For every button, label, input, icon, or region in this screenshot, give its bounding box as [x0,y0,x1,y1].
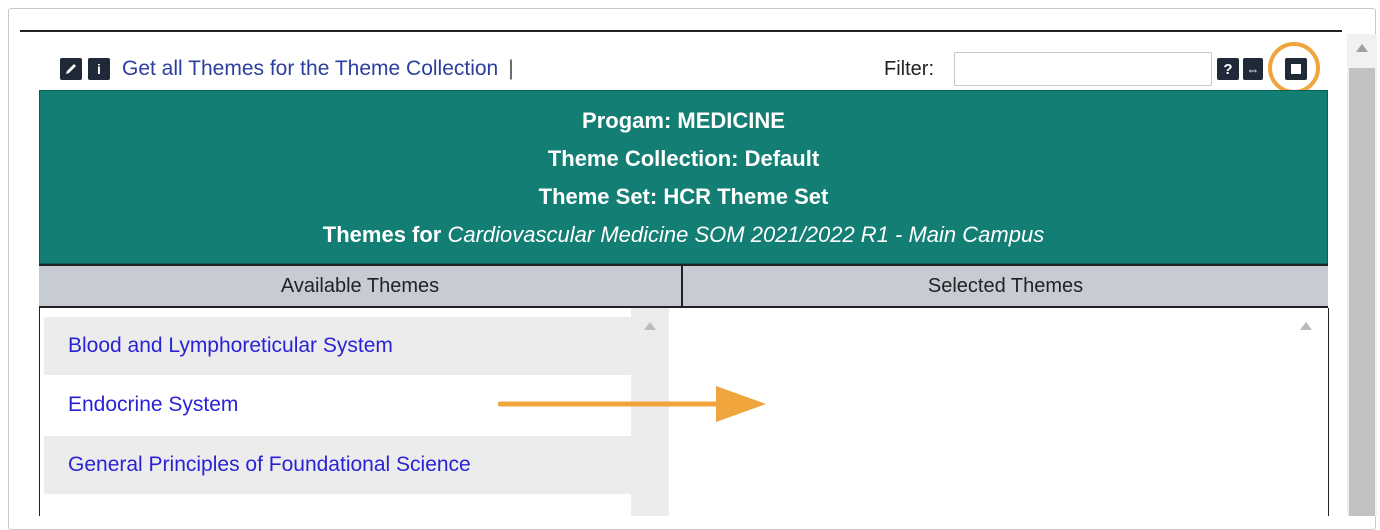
list-item[interactable]: Blood and Lymphoreticular System [44,317,632,375]
pencil-icon[interactable] [60,58,82,80]
list-item[interactable]: General Principles of Foundational Scien… [44,436,632,494]
available-scroll-up-icon[interactable] [644,322,656,330]
theme-set-title: Theme Set: HCR Theme Set [538,184,829,209]
help-icon[interactable]: ? [1217,58,1239,80]
theme-header-banner: Progam: MEDICINE Theme Collection: Defau… [39,90,1328,264]
top-divider [20,30,1342,32]
selected-themes-header: Selected Themes [927,274,1084,297]
page-scroll-up-icon[interactable] [1356,44,1368,52]
theme-collection-title: Theme Collection: Default [547,146,820,171]
themes-for-title: Themes for Cardiovascular Medicine SOM 2… [40,216,1327,254]
toolbar-separator: | [508,57,514,80]
filter-label: Filter: [884,58,934,80]
program-title: Progam: MEDICINE [582,108,785,133]
course-name: Cardiovascular Medicine SOM 2021/2022 R1… [447,222,1045,247]
info-icon[interactable]: i [88,58,110,80]
annotation-highlight-ring [1268,42,1320,94]
themes-for-label: Themes for [322,222,448,247]
selected-scroll-up-icon[interactable] [1300,322,1312,330]
available-themes-header: Available Themes [39,266,683,306]
columns-header: Available Themes Selected Themes [39,264,1328,308]
toolbar: i Get all Themes for the Theme Collectio… [60,52,514,86]
page-scrollbar[interactable] [1347,34,1377,516]
annotation-arrow-icon [498,386,766,422]
filter-input[interactable] [954,52,1212,86]
expand-icon[interactable]: ⇔ [1243,58,1263,80]
page-scrollbar-thumb[interactable] [1349,68,1375,516]
get-all-themes-link[interactable]: Get all Themes for the Theme Collection [122,57,498,81]
